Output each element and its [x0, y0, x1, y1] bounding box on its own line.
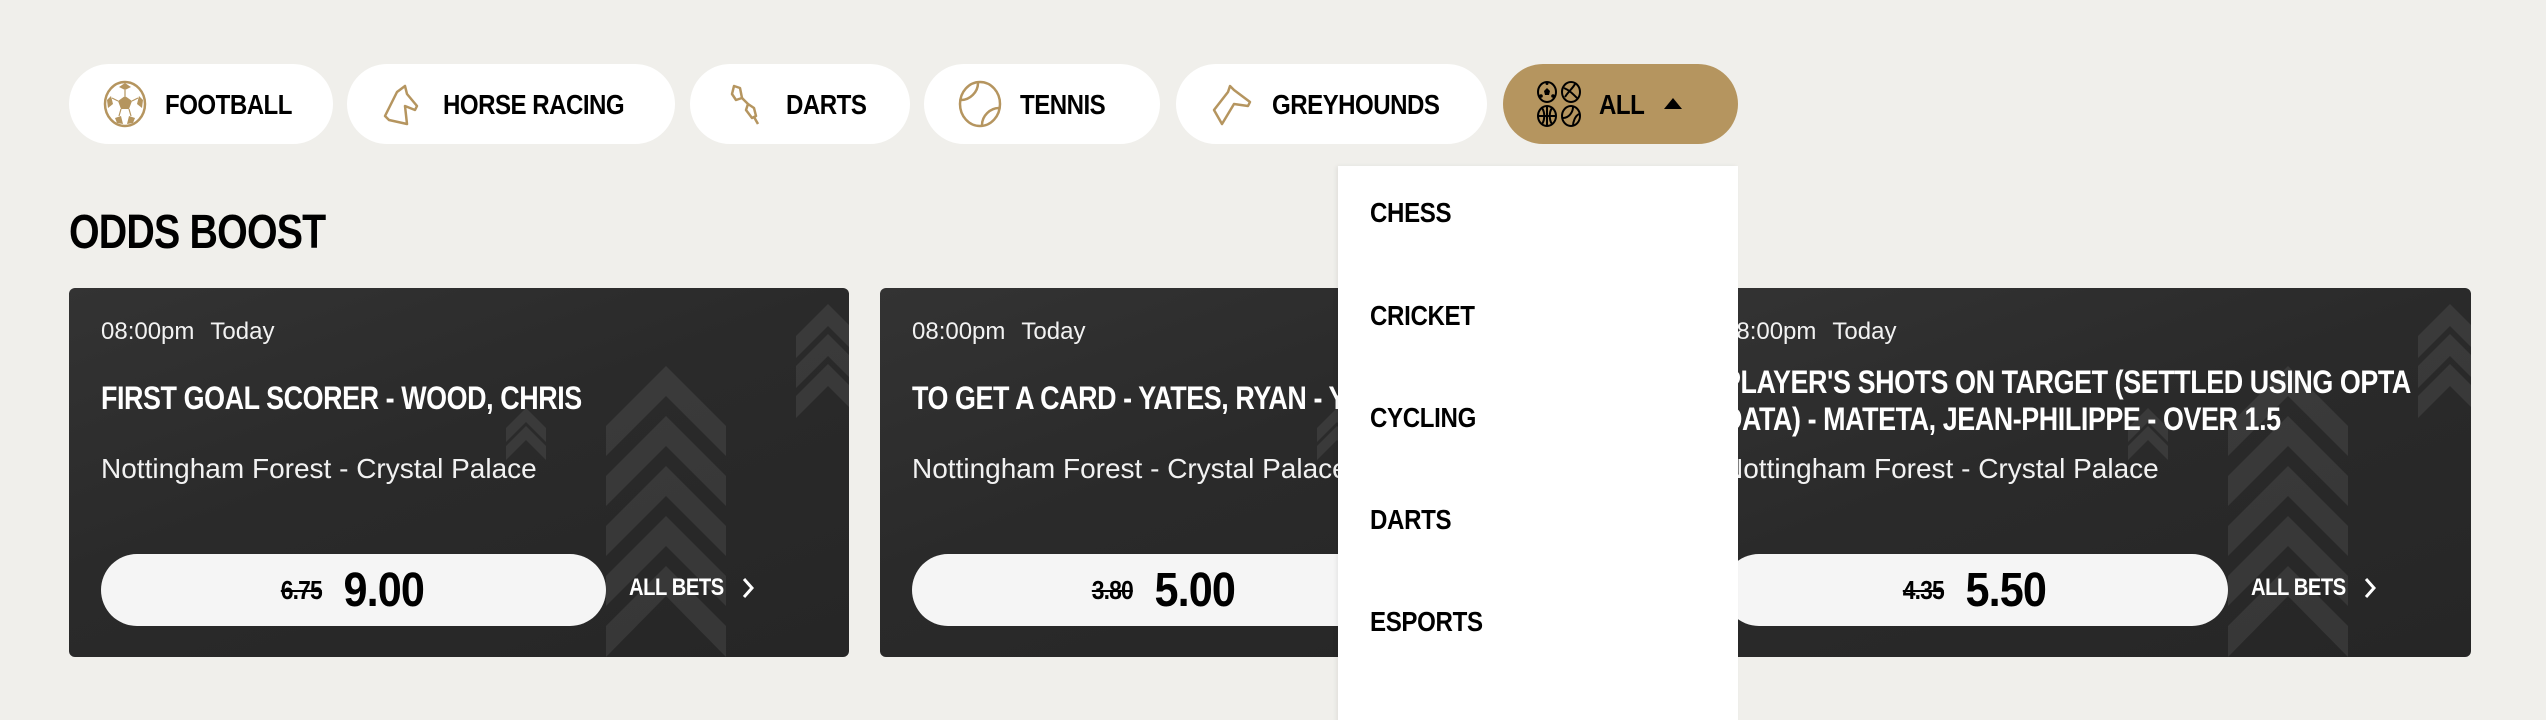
sport-pill-label: TENNIS: [1020, 89, 1106, 120]
bet-title: PLAYER'S SHOTS ON TARGET (SETTLED USING …: [1723, 364, 2410, 437]
sport-pill-all-toggle[interactable]: ALL: [1503, 64, 1738, 144]
chevron-right-icon: [742, 578, 754, 598]
boosted-odds: 5.50: [1965, 563, 2047, 617]
tennis-ball-icon: [958, 80, 1002, 128]
all-bets-link[interactable]: ALL BETS: [629, 574, 756, 602]
dropdown-item-label: CRICKET: [1370, 300, 1475, 331]
match-name: Nottingham Forest - Crystal Palace: [1723, 453, 2159, 484]
odds-button[interactable]: 4.35 5.50: [1723, 554, 2228, 626]
dropdown-item-chess[interactable]: CHESS: [1370, 183, 1710, 243]
dart-icon: [730, 84, 760, 125]
all-bets-label: ALL BETS: [2251, 574, 2346, 601]
dropdown-item-darts[interactable]: DARTS: [1370, 490, 1710, 550]
dropdown-item-cycling[interactable]: CYCLING: [1370, 388, 1710, 448]
dropdown-item-label: DARTS: [1370, 504, 1452, 535]
old-odds: 6.75: [281, 574, 323, 605]
sport-pill-football[interactable]: FOOTBALL: [69, 64, 333, 144]
old-odds: 4.35: [1903, 574, 1945, 605]
match-name: Nottingham Forest - Crystal Palace: [912, 453, 1348, 484]
event-day: Today: [1021, 318, 1086, 345]
all-sports-dropdown: CHESS CRICKET CYCLING DARTS ESPORTS: [1338, 166, 1738, 720]
dropdown-item-esports[interactable]: ESPORTS: [1370, 592, 1710, 652]
sport-pill-greyhounds[interactable]: GREYHOUNDS: [1176, 64, 1487, 144]
all-sports-icon: [1537, 81, 1581, 127]
sport-pill-darts[interactable]: DARTS: [690, 64, 910, 144]
section-title: ODDS BOOST: [69, 206, 326, 259]
sport-pill-label: DARTS: [786, 89, 867, 120]
sport-pill-label: ALL: [1599, 89, 1645, 120]
boosted-odds: 5.00: [1154, 563, 1236, 617]
old-odds: 3.80: [1092, 574, 1134, 605]
chevron-right-icon: [2364, 578, 2376, 598]
dropdown-item-label: CYCLING: [1370, 402, 1476, 433]
event-day: Today: [210, 318, 275, 345]
event-time: 08:00pm Today: [912, 318, 1085, 346]
sport-pill-label: GREYHOUNDS: [1272, 89, 1440, 120]
bet-title: FIRST GOAL SCORER - WOOD, CHRIS: [101, 380, 582, 416]
sport-pill-tennis[interactable]: TENNIS: [924, 64, 1160, 144]
horse-head-icon: [383, 84, 419, 126]
sport-pill-label: HORSE RACING: [443, 89, 625, 120]
event-time-value: 08:00pm: [101, 318, 195, 345]
all-bets-link[interactable]: ALL BETS: [2251, 574, 2378, 602]
match-name: Nottingham Forest - Crystal Palace: [101, 453, 537, 484]
dropdown-item-label: ESPORTS: [1370, 606, 1483, 637]
all-bets-label: ALL BETS: [629, 574, 724, 601]
boosted-odds: 9.00: [343, 563, 425, 617]
event-time-value: 08:00pm: [912, 318, 1006, 345]
odds-boost-card: 08:00pm Today FIRST GOAL SCORER - WOOD, C…: [69, 288, 849, 657]
odds-button[interactable]: 6.75 9.00: [101, 554, 606, 626]
dropdown-item-cricket[interactable]: CRICKET: [1370, 286, 1710, 346]
caret-up-icon: [1664, 98, 1682, 109]
event-time: 08:00pm Today: [101, 318, 274, 346]
odds-boost-card: 08:00pm Today PLAYER'S SHOTS ON TARGET (S…: [1691, 288, 2471, 657]
greyhound-head-icon: [1212, 84, 1252, 126]
sport-pill-label: FOOTBALL: [165, 89, 292, 120]
sport-pill-horse-racing[interactable]: HORSE RACING: [347, 64, 675, 144]
dropdown-item-label: CHESS: [1370, 197, 1452, 228]
event-time: 08:00pm Today: [1723, 318, 1896, 346]
event-day: Today: [1832, 318, 1897, 345]
football-icon: [103, 80, 147, 128]
